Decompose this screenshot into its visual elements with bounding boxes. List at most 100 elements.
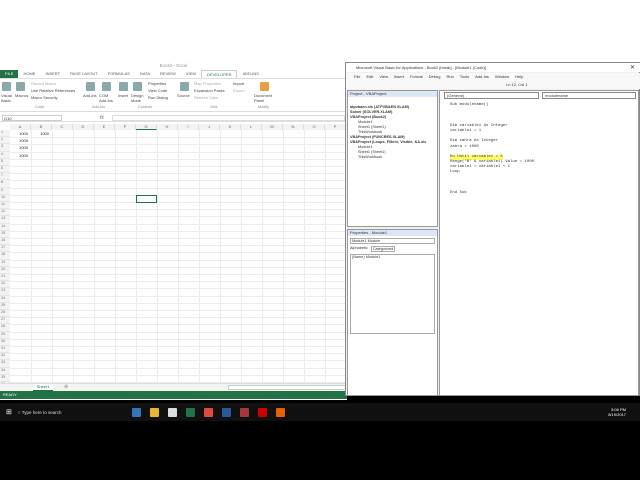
import-button[interactable]: Import [233, 81, 244, 86]
name-box[interactable]: G10 [2, 115, 62, 121]
row-header[interactable]: 13 [0, 216, 10, 224]
row-header[interactable]: 11 [0, 202, 10, 210]
column-header[interactable]: L [241, 124, 262, 130]
column-header[interactable]: K [220, 124, 241, 130]
menu-addins[interactable]: Add-Ins [475, 73, 489, 80]
menu-insert[interactable]: Insert [394, 73, 404, 80]
row-header[interactable]: 29 [0, 331, 10, 339]
addins-icon[interactable] [86, 82, 95, 91]
horizontal-scrollbar[interactable] [228, 385, 346, 390]
tab-add-ins[interactable]: ADD-INS [237, 70, 263, 78]
row-header[interactable]: 31 [0, 346, 10, 354]
column-header[interactable]: A [10, 124, 31, 130]
excel-icon[interactable] [186, 407, 196, 417]
acrobat-icon[interactable] [258, 407, 268, 417]
store-icon[interactable] [168, 407, 178, 417]
row-header[interactable]: 35 [0, 374, 10, 382]
object-dropdown[interactable]: (General) [444, 92, 539, 99]
column-header[interactable]: C [52, 124, 73, 130]
menu-edit[interactable]: Edit [366, 73, 373, 80]
menu-window[interactable]: Window [495, 73, 509, 80]
menu-view[interactable]: View [379, 73, 388, 80]
row-header[interactable]: 17 [0, 245, 10, 253]
row-header[interactable]: 25 [0, 302, 10, 310]
design-mode-icon[interactable] [133, 82, 142, 91]
row-header[interactable]: 24 [0, 295, 10, 303]
tab-file[interactable]: FILE [0, 70, 19, 78]
insert-control-icon[interactable] [119, 82, 128, 91]
properties-button[interactable]: Properties [148, 81, 166, 86]
cell-A3[interactable]: 1000 [8, 145, 28, 150]
column-header[interactable]: H [157, 124, 178, 130]
expansion-packs-button[interactable]: Expansion Packs [194, 88, 225, 93]
refresh-data-button[interactable]: Refresh Data [194, 95, 218, 100]
macros-button[interactable]: Macros [15, 93, 28, 98]
visual-basic-button[interactable]: Visual Basic [1, 93, 13, 103]
row-header[interactable]: 8 [0, 180, 10, 188]
project-tree[interactable]: atpvbaen.xls (ATPVBAEN.XLAM) Solver (SOLV… [348, 97, 437, 168]
project-item[interactable]: ThisWorkbook [350, 155, 435, 160]
row-header[interactable]: 14 [0, 223, 10, 231]
column-header[interactable]: O [304, 124, 325, 130]
tab-review[interactable]: REVIEW [155, 70, 181, 78]
tab-page-layout[interactable]: PAGE LAYOUT [65, 70, 103, 78]
column-header[interactable]: M [262, 124, 283, 130]
formula-input[interactable] [112, 115, 345, 121]
row-header[interactable]: 27 [0, 317, 10, 325]
run-dialog-button[interactable]: Run Dialog [148, 95, 168, 100]
procedure-dropdown[interactable]: modulename [542, 92, 636, 99]
row-header[interactable]: 7 [0, 173, 10, 181]
menu-run[interactable]: Run [446, 73, 453, 80]
macros-icon[interactable] [16, 82, 25, 91]
column-header[interactable]: N [283, 124, 304, 130]
close-icon[interactable]: ✕ [630, 64, 635, 71]
row-header[interactable]: 5 [0, 158, 10, 166]
search-box[interactable]: ○ Type here to search [18, 410, 128, 415]
visual-basic-icon[interactable] [2, 82, 11, 91]
row-header[interactable]: 10 [0, 194, 10, 202]
tab-categorized[interactable]: Categorized [370, 246, 396, 252]
add-sheet-button[interactable]: ⊕ [64, 384, 68, 390]
row-header[interactable]: 15 [0, 230, 10, 238]
row-header[interactable]: 19 [0, 259, 10, 267]
com-addins-button[interactable]: COM Add-Ins [99, 93, 115, 103]
row-header[interactable]: 28 [0, 324, 10, 332]
document-panel-button[interactable]: Document Panel [254, 93, 274, 103]
property-value[interactable]: Module1 [366, 255, 381, 259]
file-explorer-icon[interactable] [150, 407, 160, 417]
row-header[interactable]: 33 [0, 360, 10, 368]
design-mode-button[interactable]: Design Mode [131, 93, 145, 103]
menu-format[interactable]: Format [410, 73, 423, 80]
row-header[interactable]: 26 [0, 310, 10, 318]
tab-home[interactable]: HOME [18, 70, 40, 78]
sheet-tab-sheet1[interactable]: Sheet1 [33, 384, 53, 391]
tab-formulas[interactable]: FORMULAS [103, 70, 135, 78]
export-button[interactable]: Export [233, 88, 245, 93]
macro-security-button[interactable]: Macro Security [31, 95, 58, 100]
menu-tools[interactable]: Tools [460, 73, 469, 80]
com-addins-icon[interactable] [102, 82, 111, 91]
column-header[interactable]: E [94, 124, 115, 130]
cell-B1[interactable]: 1000 [29, 131, 49, 136]
relative-refs-button[interactable]: Use Relative References [31, 88, 75, 93]
firefox-icon[interactable] [276, 407, 286, 417]
column-header[interactable]: P [325, 124, 346, 130]
row-header[interactable]: 32 [0, 353, 10, 361]
map-properties-button[interactable]: Map Properties [194, 81, 221, 86]
word-icon[interactable] [222, 407, 232, 417]
tab-alphabetic[interactable]: Alphabetic [350, 246, 368, 252]
row-header[interactable]: 16 [0, 238, 10, 246]
column-header[interactable]: I [178, 124, 199, 130]
row-header[interactable]: 12 [0, 209, 10, 217]
row-header[interactable]: 9 [0, 187, 10, 195]
access-icon[interactable] [240, 407, 250, 417]
worksheet-grid[interactable]: A B C D E F G H I J K L M N O P 1 2 3 4 5 6 7 8 9 10 11 12 13 14 15 16 1… [0, 124, 347, 383]
document-panel-icon[interactable] [260, 82, 269, 91]
column-header[interactable]: D [73, 124, 94, 130]
row-header[interactable]: 34 [0, 367, 10, 375]
column-header[interactable]: B [31, 124, 52, 130]
row-header[interactable]: 30 [0, 338, 10, 346]
menu-file[interactable]: File [354, 73, 360, 80]
row-header[interactable]: 23 [0, 288, 10, 296]
row-header[interactable]: 21 [0, 274, 10, 282]
